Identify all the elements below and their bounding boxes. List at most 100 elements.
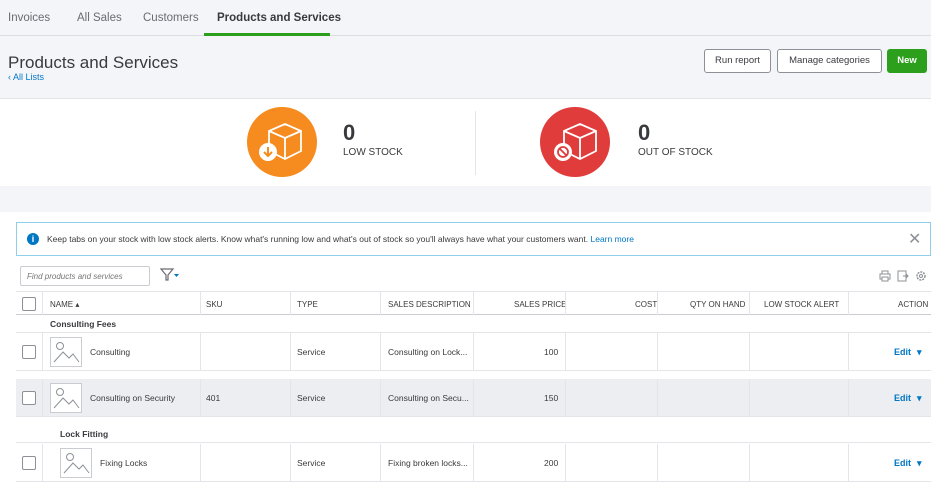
product-description: Consulting on Secu... — [388, 393, 469, 403]
category-label: Consulting Fees — [50, 319, 117, 329]
low-stock-label: LOW STOCK — [343, 147, 403, 158]
search-input[interactable] — [20, 266, 150, 286]
column-separator — [657, 292, 658, 315]
box-down-icon — [259, 123, 302, 161]
select-all-checkbox[interactable] — [22, 297, 36, 311]
close-icon[interactable]: ✕ — [908, 229, 921, 249]
column-cost[interactable]: COST — [635, 300, 657, 309]
row-checkbox[interactable] — [22, 345, 36, 359]
column-separator — [200, 292, 201, 315]
cell-separator — [657, 444, 658, 482]
product-type: Service — [297, 458, 326, 468]
out-of-stock-count: 0 — [638, 120, 651, 145]
cell-separator — [290, 444, 291, 482]
export-icon[interactable] — [897, 270, 909, 282]
table-row[interactable]: Consulting Service Consulting on Lock...… — [16, 333, 931, 371]
image-placeholder-icon — [50, 383, 82, 413]
edit-button[interactable]: Edit — [894, 458, 911, 468]
table-row[interactable]: Fixing Locks Service Fixing broken locks… — [16, 444, 931, 482]
cell-separator — [380, 444, 381, 482]
cell-separator — [473, 333, 474, 371]
category-label: Lock Fitting — [60, 429, 109, 439]
cell-separator — [42, 333, 43, 371]
filter-icon[interactable] — [160, 268, 180, 282]
edit-button[interactable]: Edit — [894, 393, 911, 403]
cell-separator — [200, 379, 201, 417]
column-separator — [380, 292, 381, 315]
column-sales-description[interactable]: SALES DESCRIPTION — [388, 300, 471, 309]
column-sales-price[interactable]: SALES PRICE — [514, 300, 566, 309]
print-icon[interactable] — [879, 270, 891, 282]
banner-text: Keep tabs on your stock with low stock a… — [47, 234, 589, 244]
cell-separator — [290, 379, 291, 417]
image-placeholder-icon — [60, 448, 92, 478]
column-name[interactable]: NAME ▴ — [50, 300, 79, 309]
row-checkbox[interactable] — [22, 456, 36, 470]
product-name: Consulting — [90, 347, 131, 357]
image-placeholder-icon — [50, 337, 82, 367]
section-spacer — [0, 186, 931, 212]
edit-button[interactable]: Edit — [894, 347, 911, 357]
out-of-stock-label: OUT OF STOCK — [638, 147, 713, 158]
chevron-down-icon[interactable]: ▾ — [917, 458, 922, 469]
cell-separator — [657, 379, 658, 417]
run-report-button[interactable]: Run report — [704, 49, 771, 73]
top-tabs: Invoices All Sales Customers Products an… — [0, 0, 931, 36]
chevron-down-icon[interactable]: ▾ — [917, 393, 922, 404]
cell-separator — [848, 333, 849, 371]
column-type[interactable]: TYPE — [297, 300, 318, 309]
column-separator — [749, 292, 750, 315]
product-description: Fixing broken locks... — [388, 458, 468, 468]
tab-products-and-services[interactable]: Products and Services — [217, 12, 341, 24]
out-of-stock-card[interactable] — [540, 107, 610, 177]
table-header: NAME ▴ SKU TYPE SALES DESCRIPTION SALES … — [16, 291, 931, 315]
cell-separator — [380, 333, 381, 371]
column-separator — [848, 292, 849, 315]
new-button[interactable]: New — [887, 49, 927, 73]
product-price: 100 — [544, 347, 559, 357]
product-name: Consulting on Security — [90, 393, 176, 403]
category-group-row: Consulting Fees — [16, 315, 931, 333]
cell-separator — [380, 379, 381, 417]
column-action: ACTION — [898, 300, 929, 309]
product-name: Fixing Locks — [100, 458, 148, 468]
column-sku[interactable]: SKU — [206, 300, 222, 309]
product-sku: 401 — [206, 393, 221, 403]
table-row[interactable]: Consulting on Security 401 Service Consu… — [16, 379, 931, 417]
column-low-stock-alert[interactable]: LOW STOCK ALERT — [764, 300, 839, 309]
cell-separator — [749, 444, 750, 482]
row-checkbox[interactable] — [22, 391, 36, 405]
product-type: Service — [297, 393, 326, 403]
column-qty-on-hand[interactable]: QTY ON HAND — [690, 300, 745, 309]
cell-separator — [473, 444, 474, 482]
column-separator — [42, 292, 43, 315]
manage-categories-button[interactable]: Manage categories — [777, 49, 882, 73]
stock-divider — [475, 111, 476, 175]
cell-separator — [848, 379, 849, 417]
product-description: Consulting on Lock... — [388, 347, 468, 357]
chevron-down-icon[interactable]: ▾ — [917, 347, 922, 358]
cell-separator — [42, 379, 43, 417]
info-icon: i — [27, 233, 39, 245]
cell-separator — [565, 444, 566, 482]
product-price: 200 — [544, 458, 559, 468]
cell-separator — [565, 333, 566, 371]
page-header: Products and Services ‹ All Lists Run re… — [0, 36, 931, 98]
column-separator — [565, 292, 566, 315]
all-lists-label: All Lists — [13, 72, 45, 82]
tab-all-sales[interactable]: All Sales — [77, 12, 122, 24]
low-stock-info-banner: i Keep tabs on your stock with low stock… — [16, 222, 931, 256]
tab-invoices[interactable]: Invoices — [8, 12, 50, 24]
tab-customers[interactable]: Customers — [143, 12, 199, 24]
column-separator — [473, 292, 474, 315]
cell-separator — [749, 379, 750, 417]
all-lists-link[interactable]: ‹ All Lists — [8, 72, 44, 82]
column-separator — [290, 292, 291, 315]
cell-separator — [657, 333, 658, 371]
gear-icon[interactable] — [915, 270, 927, 282]
low-stock-card[interactable] — [247, 107, 317, 177]
cell-separator — [42, 444, 43, 482]
cell-separator — [200, 444, 201, 482]
learn-more-link[interactable]: Learn more — [590, 234, 633, 244]
table-toolbar — [0, 260, 931, 288]
